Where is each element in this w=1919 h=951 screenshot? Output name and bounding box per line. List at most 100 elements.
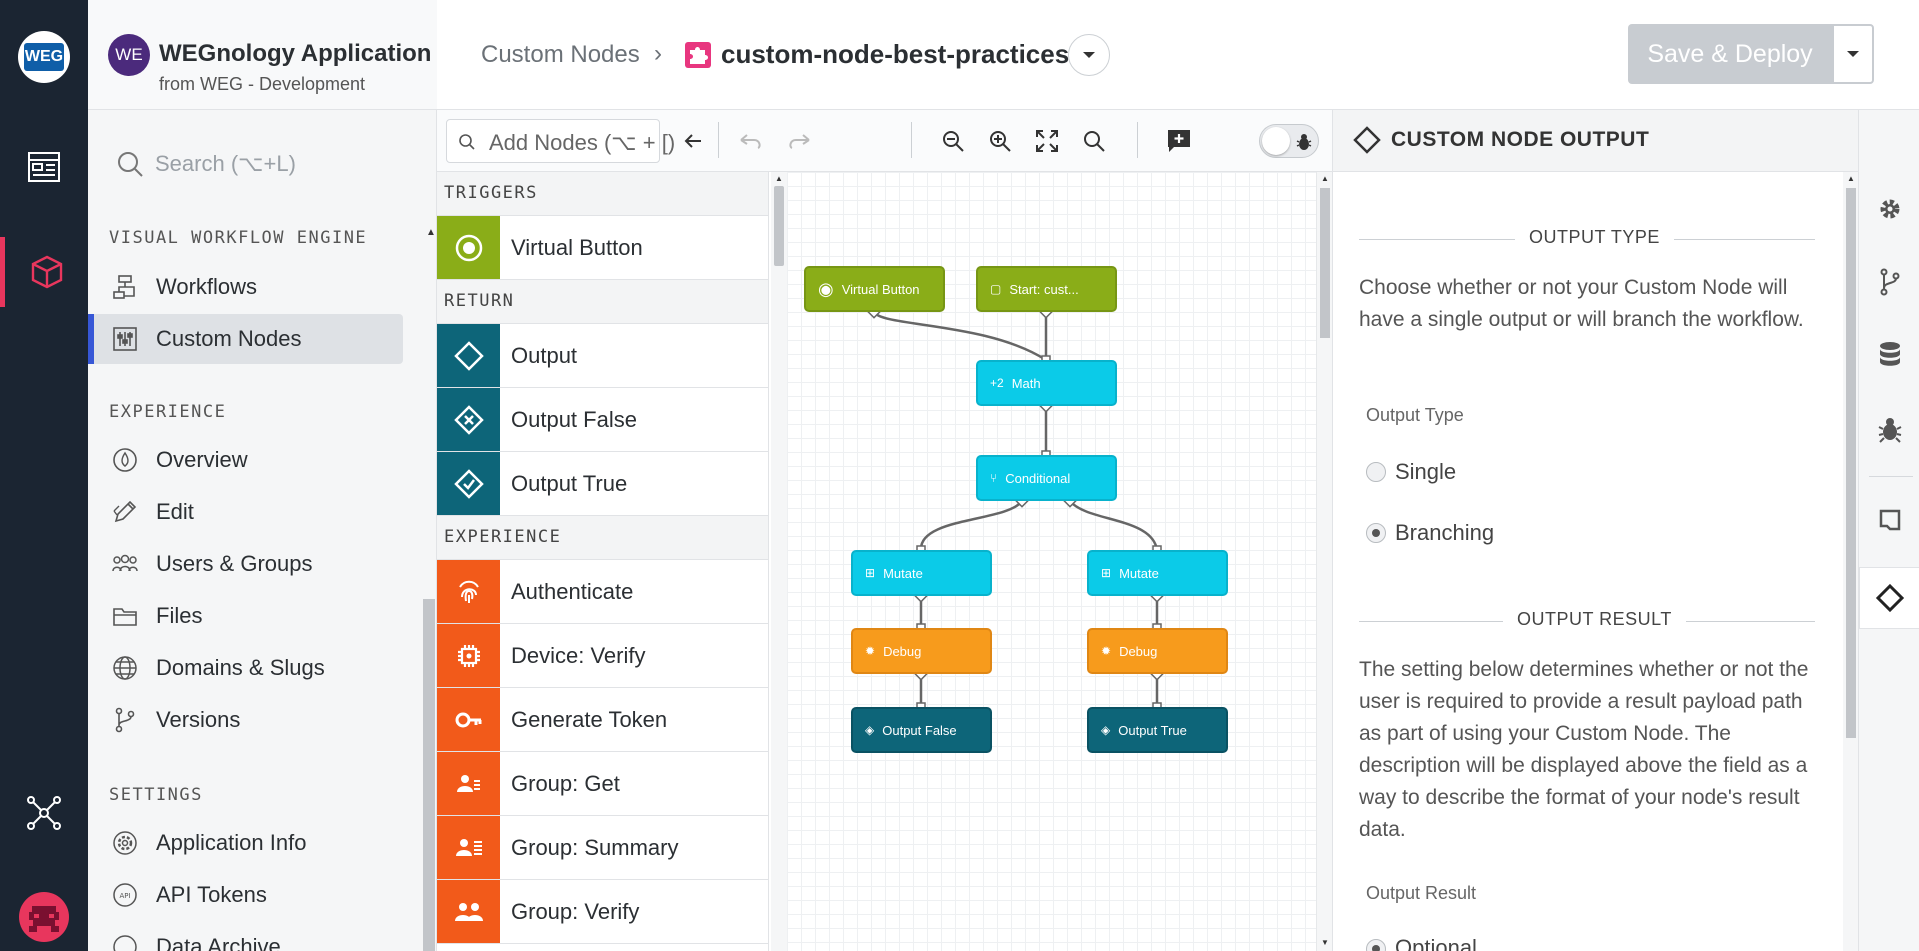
sidebar-item-data-archive[interactable]: Data Archive bbox=[88, 922, 403, 951]
palette-item-group-get[interactable]: Group: Get bbox=[437, 752, 768, 816]
radio-branching[interactable] bbox=[1366, 523, 1386, 543]
debug-tab[interactable] bbox=[1859, 398, 1919, 460]
user-avatar[interactable] bbox=[19, 892, 69, 942]
bug-icon: ✹ bbox=[1101, 644, 1112, 658]
palette-item-group-verify[interactable]: Group: Verify bbox=[437, 880, 768, 944]
sidebar-item-edit[interactable]: Edit bbox=[88, 487, 403, 537]
node-menu-button[interactable] bbox=[1068, 34, 1110, 76]
add-comment-button[interactable] bbox=[1163, 125, 1195, 157]
panel-title: CUSTOM NODE OUTPUT bbox=[1391, 128, 1650, 151]
zoom-in-icon bbox=[990, 131, 1011, 152]
palette-section-experience: EXPERIENCE bbox=[437, 516, 768, 560]
dashboard-icon[interactable] bbox=[0, 132, 88, 202]
canvas-scrollbar[interactable]: ▲ ▼ bbox=[1316, 172, 1332, 951]
app-name[interactable]: WEGnology Application bbox=[159, 40, 431, 68]
redo-button[interactable] bbox=[783, 125, 815, 157]
radio-branching-label[interactable]: Branching bbox=[1395, 520, 1494, 546]
panel-body: OUTPUT TYPE Choose whether or not your C… bbox=[1333, 172, 1843, 951]
debug-toggle[interactable] bbox=[1259, 124, 1319, 158]
radio-optional-label[interactable]: Optional bbox=[1395, 935, 1477, 951]
settings-tab[interactable] bbox=[1859, 178, 1919, 240]
zoom-in-button[interactable] bbox=[984, 125, 1016, 157]
edit-icon bbox=[113, 500, 137, 523]
output-tab[interactable] bbox=[1859, 567, 1919, 629]
palette-item-authenticate[interactable]: Authenticate bbox=[437, 560, 768, 624]
wf-node-mutate-right[interactable]: ⊞ Mutate bbox=[1087, 550, 1228, 596]
search-icon bbox=[459, 134, 475, 150]
sidebar-item-custom-nodes[interactable]: Custom Nodes bbox=[88, 314, 403, 364]
output-result-heading: OUTPUT RESULT bbox=[1503, 609, 1686, 630]
add-nodes-input[interactable]: Add Nodes (⌥ + [) bbox=[446, 119, 675, 163]
storage-tab[interactable] bbox=[1859, 324, 1919, 386]
save-deploy-button[interactable]: Save & Deploy bbox=[1628, 24, 1832, 84]
scroll-up-arrow[interactable]: ▲ bbox=[426, 227, 436, 238]
wf-node-debug-right[interactable]: ✹ Debug bbox=[1087, 628, 1228, 674]
output-result-label: Output Result bbox=[1366, 883, 1477, 903]
wf-node-math[interactable]: +2 Math bbox=[976, 360, 1117, 406]
output-icon bbox=[437, 324, 500, 387]
integrations-icon[interactable] bbox=[0, 778, 88, 848]
palette-item-device-verify[interactable]: Device: Verify bbox=[437, 624, 768, 688]
palette-item-generate-token[interactable]: Generate Token bbox=[437, 688, 768, 752]
palette-item-virtual-button[interactable]: Virtual Button bbox=[437, 216, 768, 280]
sidebar-item-overview[interactable]: Overview bbox=[88, 435, 403, 485]
radio-single[interactable] bbox=[1366, 462, 1386, 482]
deploy-options-button[interactable] bbox=[1832, 24, 1874, 84]
math-icon: +2 bbox=[990, 376, 1004, 390]
section-experience: EXPERIENCE bbox=[109, 402, 227, 422]
wf-node-debug-left[interactable]: ✹ Debug bbox=[851, 628, 992, 674]
wf-node-output-false[interactable]: ◈ Output False bbox=[851, 707, 992, 753]
panel-switcher bbox=[1858, 110, 1919, 951]
palette-section-triggers: TRIGGERS bbox=[437, 172, 768, 216]
panel-scrollbar[interactable]: ▲ bbox=[1843, 172, 1859, 951]
palette-item-group-summary[interactable]: Group: Summary bbox=[437, 816, 768, 880]
breadcrumb-separator: › bbox=[654, 40, 662, 67]
app-sidebar: WE WEGnology Application from WEG - Deve… bbox=[88, 0, 437, 951]
zoom-out-button[interactable] bbox=[937, 125, 969, 157]
breadcrumb-custom-nodes[interactable]: Custom Nodes bbox=[481, 41, 640, 69]
workflow-icon bbox=[113, 275, 135, 299]
app-avatar: WE bbox=[108, 34, 150, 76]
sidebar-item-versions[interactable]: Versions bbox=[88, 695, 403, 745]
sidebar-item-users-groups[interactable]: Users & Groups bbox=[88, 539, 403, 589]
puzzle-icon bbox=[685, 42, 711, 68]
app-header: WE WEGnology Application from WEG - Deve… bbox=[88, 0, 437, 110]
sidebar-search[interactable]: Search (⌥+L) bbox=[88, 110, 437, 222]
undo-button[interactable] bbox=[735, 125, 767, 157]
wf-node-conditional[interactable]: ⑂ Conditional bbox=[976, 455, 1117, 501]
versions-tab[interactable] bbox=[1859, 251, 1919, 313]
palette-item-output-false[interactable]: Output False bbox=[437, 388, 768, 452]
palette-item-output-true[interactable]: Output True bbox=[437, 452, 768, 516]
comments-tab[interactable] bbox=[1859, 489, 1919, 551]
palette-item-output[interactable]: Output bbox=[437, 324, 768, 388]
panel-header: CUSTOM NODE OUTPUT bbox=[1333, 110, 1859, 172]
palette-scrollbar[interactable]: ▲ bbox=[771, 172, 787, 951]
comment-icon bbox=[1879, 509, 1900, 531]
applications-icon[interactable] bbox=[0, 237, 88, 307]
fit-view-button[interactable] bbox=[1031, 125, 1063, 157]
radio-optional[interactable] bbox=[1366, 939, 1386, 951]
output-true-icon bbox=[437, 452, 500, 515]
collapse-palette-button[interactable] bbox=[677, 125, 709, 157]
wf-node-output-true[interactable]: ◈ Output True bbox=[1087, 707, 1228, 753]
branch-icon bbox=[115, 707, 135, 733]
editor-toolbar: Add Nodes (⌥ + [) bbox=[437, 110, 1332, 172]
radio-single-label[interactable]: Single bbox=[1395, 459, 1456, 485]
wf-node-start[interactable]: ▢ Start: cust... bbox=[976, 266, 1117, 312]
sidebar-item-domains-slugs[interactable]: Domains & Slugs bbox=[88, 643, 403, 693]
output-true-icon: ◈ bbox=[1101, 723, 1111, 737]
sidebar-item-workflows[interactable]: Workflows bbox=[88, 262, 403, 312]
sidebar-item-api-tokens[interactable]: API API Tokens bbox=[88, 870, 403, 920]
output-false-icon bbox=[437, 388, 500, 451]
wf-node-mutate-left[interactable]: ⊞ Mutate bbox=[851, 550, 992, 596]
expand-icon bbox=[1036, 130, 1058, 152]
workflow-canvas[interactable]: ◉ Virtual Button ▢ Start: cust... +2 Math ⑂… bbox=[787, 172, 1332, 951]
sidebar-item-files[interactable]: Files bbox=[88, 591, 403, 641]
wf-node-virtual-button[interactable]: ◉ Virtual Button bbox=[804, 266, 945, 312]
sidebar-scrollbar[interactable] bbox=[423, 599, 435, 951]
weg-logo[interactable]: WEG bbox=[18, 31, 70, 83]
fingerprint-icon bbox=[437, 560, 500, 623]
output-icon bbox=[1353, 126, 1381, 154]
find-node-button[interactable] bbox=[1078, 125, 1110, 157]
sidebar-item-application-info[interactable]: Application Info bbox=[88, 818, 403, 868]
